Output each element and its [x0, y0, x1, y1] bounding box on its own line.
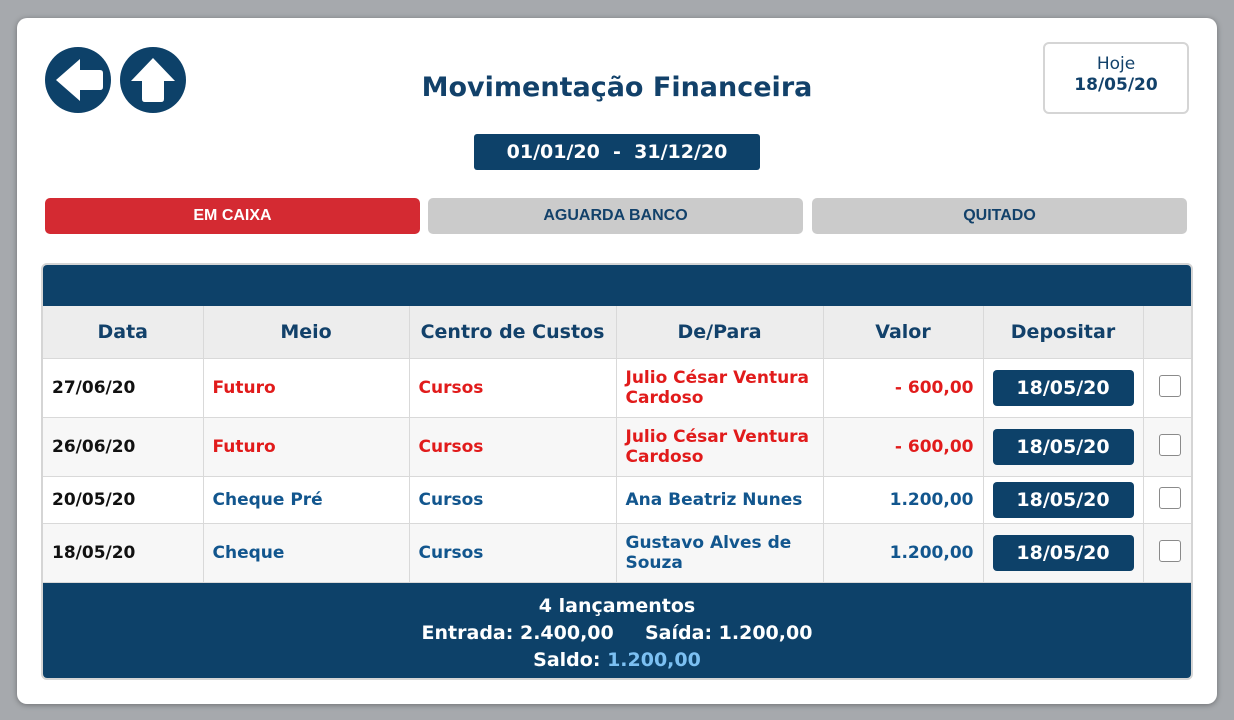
deposit-date-button[interactable]: 18/05/20 — [992, 482, 1134, 518]
cell-depositar: 18/05/20 — [983, 417, 1144, 477]
col-valor[interactable]: Valor — [823, 306, 984, 359]
table-header-row: Data Meio Centro de Custos De/Para Valor… — [43, 306, 1191, 359]
saida-value: 1.200,00 — [718, 622, 813, 644]
saldo-line: Saldo: 1.200,00 — [43, 647, 1191, 674]
today-box: Hoje 18/05/20 — [1043, 42, 1189, 114]
cell-data: 20/05/20 — [43, 476, 204, 524]
tab-quitado[interactable]: QUITADO — [812, 198, 1187, 234]
main-panel: Movimentação Financeira Hoje 18/05/20 01… — [17, 18, 1217, 704]
entrada-value: 2.400,00 — [519, 622, 614, 644]
cell-depara: Ana Beatriz Nunes — [616, 476, 824, 524]
col-data[interactable]: Data — [43, 306, 204, 359]
col-depositar[interactable]: Depositar — [983, 306, 1144, 359]
row-checkbox[interactable] — [1159, 434, 1182, 456]
tab-em-caixa[interactable]: EM CAIXA — [45, 198, 420, 234]
today-date: 18/05/20 — [1074, 75, 1158, 95]
col-select — [1143, 306, 1191, 359]
cell-depositar: 18/05/20 — [983, 476, 1144, 524]
deposit-date-button[interactable]: 18/05/20 — [992, 370, 1134, 406]
cell-valor: - 600,00 — [823, 417, 984, 477]
tab-aguarda-banco[interactable]: AGUARDA BANCO — [428, 198, 803, 234]
table-row[interactable]: 27/06/20 Futuro Cursos Julio César Ventu… — [43, 358, 1191, 418]
entry-count: 4 lançamentos — [538, 595, 696, 617]
cell-select — [1143, 417, 1191, 477]
cell-depositar: 18/05/20 — [983, 358, 1144, 418]
cell-meio: Cheque — [203, 523, 410, 583]
table-row[interactable]: 26/06/20 Futuro Cursos Julio César Ventu… — [43, 417, 1191, 477]
saldo-label: Saldo: — [533, 649, 601, 671]
cell-depara: Julio César Ventura Cardoso — [616, 417, 824, 477]
date-range-button[interactable]: 01/01/20 - 31/12/20 — [474, 134, 760, 170]
col-de-para[interactable]: De/Para — [616, 306, 824, 359]
row-checkbox[interactable] — [1159, 375, 1182, 397]
cell-select — [1143, 523, 1191, 583]
cell-meio: Cheque Pré — [203, 476, 410, 524]
deposit-date-button[interactable]: 18/05/20 — [992, 535, 1134, 571]
table-top-bar — [43, 265, 1191, 306]
cell-depara: Julio César Ventura Cardoso — [616, 358, 824, 418]
cell-meio: Futuro — [203, 358, 410, 418]
cell-depara: Gustavo Alves de Souza — [616, 523, 824, 583]
saida-label: Saída: — [645, 622, 713, 644]
cell-centro: Cursos — [409, 358, 617, 418]
cell-select — [1143, 358, 1191, 418]
cell-meio: Futuro — [203, 417, 410, 477]
table-row[interactable]: 20/05/20 Cheque Pré Cursos Ana Beatriz N… — [43, 476, 1191, 524]
totals-line: Entrada: 2.400,00 Saída: 1.200,00 — [43, 620, 1191, 647]
cell-valor: 1.200,00 — [823, 476, 984, 524]
cell-depositar: 18/05/20 — [983, 523, 1144, 583]
col-meio[interactable]: Meio — [203, 306, 410, 359]
page-title: Movimentação Financeira — [421, 72, 813, 103]
col-centro-custos[interactable]: Centro de Custos — [409, 306, 617, 359]
cell-data: 27/06/20 — [43, 358, 204, 418]
cell-select — [1143, 476, 1191, 524]
row-checkbox[interactable] — [1159, 487, 1182, 509]
row-checkbox[interactable] — [1159, 540, 1182, 562]
today-label: Hoje — [1096, 54, 1136, 74]
saldo-value: 1.200,00 — [607, 649, 701, 671]
cell-valor: 1.200,00 — [823, 523, 984, 583]
cell-valor: - 600,00 — [823, 358, 984, 418]
cell-centro: Cursos — [409, 523, 617, 583]
table-row[interactable]: 18/05/20 Cheque Cursos Gustavo Alves de … — [43, 523, 1191, 583]
summary-footer: 4 lançamentos Entrada: 2.400,00 Saída: 1… — [43, 583, 1191, 678]
entrada-label: Entrada: — [421, 622, 514, 644]
deposit-date-button[interactable]: 18/05/20 — [992, 429, 1134, 465]
cell-data: 26/06/20 — [43, 417, 204, 477]
cell-centro: Cursos — [409, 476, 617, 524]
transactions-table: Data Meio Centro de Custos De/Para Valor… — [41, 263, 1193, 680]
cell-centro: Cursos — [409, 417, 617, 477]
cell-data: 18/05/20 — [43, 523, 204, 583]
